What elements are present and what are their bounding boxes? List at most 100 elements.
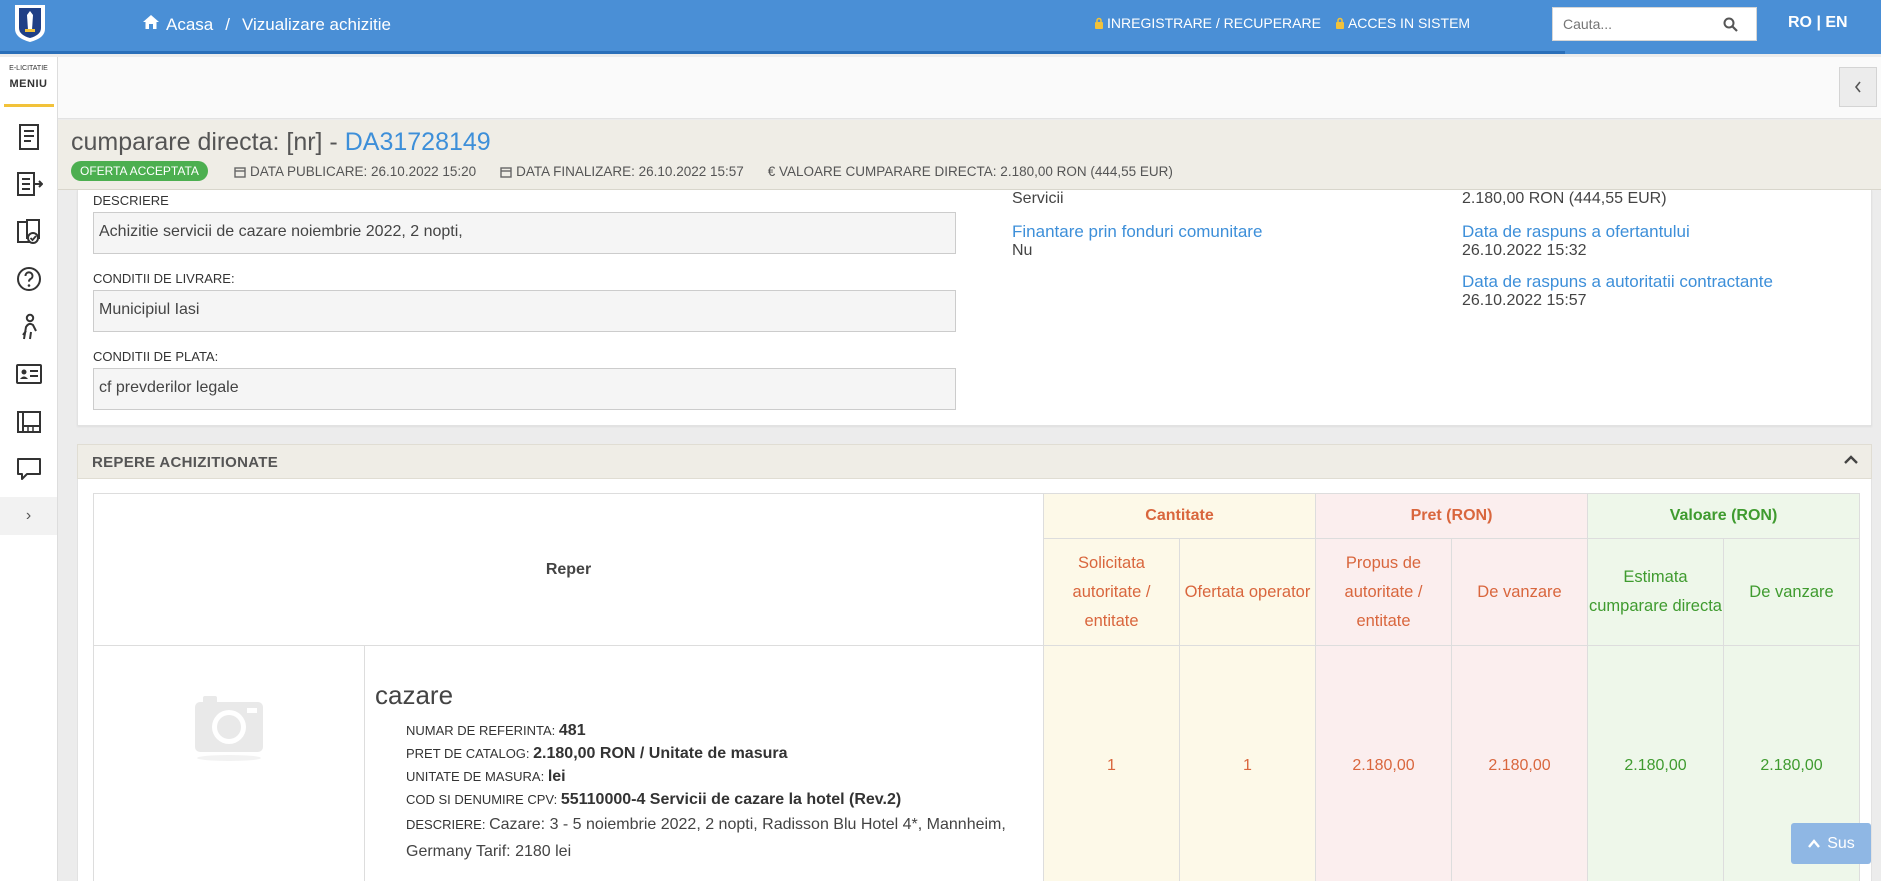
item-name: cazare (375, 680, 454, 710)
item-info-cell: cazare NUMAR DE REFERINTA: 481 PRET DE C… (364, 645, 1044, 881)
item-desc-label: DESCRIERE: (406, 817, 486, 832)
publish-date-text: DATA PUBLICARE: 26.10.2022 15:20 (250, 164, 477, 179)
register-label: INREGISTRARE / RECUPERARE (1107, 15, 1321, 31)
search-input[interactable] (1553, 8, 1718, 40)
acquisition-meta: DATA PUBLICARE: 26.10.2022 15:20 DATA FI… (234, 164, 1173, 179)
group-pret-header: Pret (RON) (1315, 493, 1588, 539)
catalog-icon (16, 410, 41, 433)
breadcrumb: Acasa / Vizualizare achizitie (142, 14, 391, 35)
qty-offered-cell: 1 (1179, 645, 1316, 881)
login-label: ACCES IN SISTEM (1347, 15, 1471, 31)
person-icon (21, 313, 37, 339)
amount-value: 2.180,00 RON (444,55 EUR) (1462, 190, 1667, 207)
cpv-label: COD SI DENUMIRE CPV: (406, 792, 558, 807)
menu-underline (4, 104, 54, 107)
sidebar-item-notepad[interactable] (0, 113, 57, 161)
repere-section-body: Reper Cantitate Pret (RON) Valoare (RON)… (77, 479, 1872, 881)
page-title: cumparare directa: [nr] - DA31728149 (71, 128, 491, 157)
sidebar-brand: E-LICITATIE (9, 65, 48, 72)
chevron-up-icon (1808, 838, 1821, 848)
direct-purchase-value: € VALOARE CUMPARARE DIRECTA: 2.180,00 RO… (767, 164, 1173, 179)
eu-funds-label: Finantare prin fonduri comunitare (1012, 222, 1263, 241)
camera-placeholder-icon (195, 696, 263, 761)
price-proposed-cell: 2.180,00 (1315, 645, 1452, 881)
help-circle-icon (16, 267, 41, 292)
breadcrumb-current: Vizualizare achizitie (241, 14, 391, 34)
acquisition-header: cumparare directa: [nr] - DA31728149 OFE… (58, 120, 1881, 190)
search-icon[interactable] (1723, 17, 1738, 37)
unit-value: lei (547, 768, 566, 785)
document-check-icon (16, 218, 40, 244)
home-icon (142, 14, 160, 35)
chat-bubble-icon (16, 458, 41, 481)
ref-value: 481 (558, 722, 586, 739)
login-link[interactable]: ACCES IN SISTEM (1335, 15, 1470, 31)
sidebar-item-help[interactable] (0, 256, 57, 304)
sidebar-item-id-card[interactable] (0, 351, 57, 399)
cpv-value: 55110000-4 Servicii de cazare la hotel (… (560, 791, 902, 808)
payment-label: CONDITII DE PLATA: (93, 349, 219, 364)
authority-response-value: 26.10.2022 15:57 (1462, 292, 1587, 309)
calendar-icon (500, 166, 512, 178)
sidebar-menu-title[interactable]: MENIU (0, 78, 57, 90)
account-links: INREGISTRARE / RECUPERARE ACCES IN SISTE… (1094, 15, 1470, 31)
table-row: cazare NUMAR DE REFERINTA: 481 PRET DE C… (93, 645, 1860, 881)
id-card-icon (15, 364, 42, 385)
notepad-icon (18, 123, 39, 150)
description-label: DESCRIERE (93, 193, 169, 208)
calendar-icon (234, 166, 246, 178)
register-link[interactable]: INREGISTRARE / RECUPERARE (1094, 15, 1321, 31)
top-navbar: Acasa / Vizualizare achizitie INREGISTRA… (0, 0, 1881, 54)
group-valoare-header: Valoare (RON) (1587, 493, 1860, 539)
eu-funds-value: Nu (1012, 242, 1033, 259)
breadcrumb-separator: / (225, 14, 230, 34)
status-badge: OFERTA ACCEPTATA (71, 161, 208, 181)
authority-response-label: Data de raspuns a autoritatii contractan… (1462, 272, 1773, 291)
repere-table: Reper Cantitate Pret (RON) Valoare (RON)… (93, 493, 1860, 881)
chevron-up-icon[interactable] (1843, 453, 1859, 472)
repere-section-header[interactable]: REPERE ACHIZITIONATE (77, 444, 1872, 479)
sidebar-item-document-check[interactable] (0, 208, 57, 256)
col-reper-header: Reper (93, 493, 1044, 646)
title-prefix: cumparare directa: [nr] - (71, 128, 345, 156)
item-desc-value: Cazare: 3 - 5 noiembrie 2022, 2 nopti, R… (406, 816, 1006, 860)
toolbar-strip (58, 57, 1881, 119)
bidder-response-label: Data de raspuns a ofertantului (1462, 222, 1690, 241)
search-box (1552, 7, 1757, 41)
lock-icon (1095, 17, 1103, 29)
subheader-cell: Estimata cumparare directa (1587, 538, 1724, 646)
list-export-icon (16, 172, 43, 197)
type-value: Servicii (1012, 190, 1064, 207)
bidder-response-value: 26.10.2022 15:32 (1462, 242, 1587, 259)
page-load-progress (0, 51, 1565, 54)
item-image-cell (93, 645, 365, 881)
sidebar-expand-button[interactable]: › (0, 497, 57, 535)
ref-label: NUMAR DE REFERINTA: (406, 723, 556, 738)
qty-requested-cell: 1 (1043, 645, 1180, 881)
subheader-cell: De vanzare (1451, 538, 1588, 646)
left-sidebar: E-LICITATIE MENIU › (0, 57, 58, 881)
unit-label: UNITATE DE MASURA: (406, 769, 545, 784)
language-switch[interactable]: RO | EN (1788, 14, 1848, 32)
back-to-top-button[interactable]: Sus (1791, 823, 1871, 864)
site-logo[interactable] (12, 3, 48, 43)
catalog-value: 2.180,00 RON / Unitate de masura (533, 745, 788, 762)
acquisition-number: DA31728149 (344, 128, 491, 156)
finalize-date-text: DATA FINALIZARE: 26.10.2022 15:57 (516, 164, 744, 179)
payment-field: cf prevderilor legale (93, 368, 956, 410)
sidebar-item-catalog[interactable] (0, 398, 57, 446)
repere-section-title: REPERE ACHIZITIONATE (92, 454, 279, 471)
details-card: DESCRIERE Achizitie servicii de cazare n… (77, 190, 1872, 426)
price-sale-cell: 2.180,00 (1451, 645, 1588, 881)
subheader-cell: Solicitata autoritate / entitate (1043, 538, 1180, 646)
subheader-cell: De vanzare (1723, 538, 1860, 646)
breadcrumb-home-link[interactable]: Acasa (166, 15, 213, 35)
sidebar-item-chat[interactable] (0, 446, 57, 494)
catalog-label: PRET DE CATALOG: (406, 746, 530, 761)
item-details: NUMAR DE REFERINTA: 481 PRET DE CATALOG:… (406, 719, 1043, 865)
sidebar-item-person[interactable] (0, 303, 57, 351)
description-field: Achizitie servicii de cazare noiembrie 2… (93, 212, 956, 254)
lock-icon (1335, 17, 1344, 29)
panel-collapse-button[interactable] (1839, 67, 1877, 107)
sidebar-item-list-export[interactable] (0, 161, 57, 209)
